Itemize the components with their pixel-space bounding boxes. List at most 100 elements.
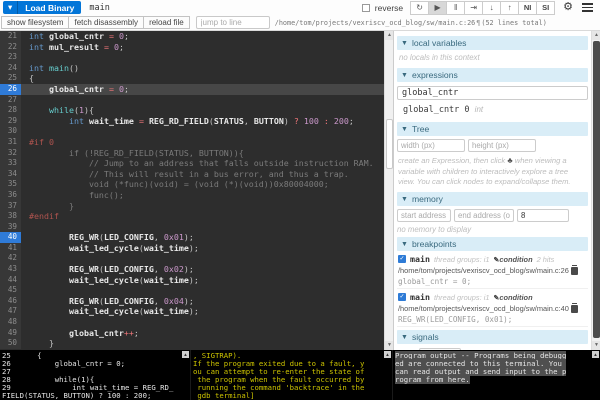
tree-header[interactable]: ▼ Tree (397, 122, 588, 136)
step-button[interactable]: ↓ (482, 1, 501, 15)
line-number[interactable]: 31 (0, 137, 21, 148)
line-number[interactable]: 45 (0, 285, 21, 296)
expression-input[interactable] (397, 86, 588, 100)
breakpoint-condition[interactable]: ✎condition (493, 293, 532, 302)
gear-icon[interactable]: ⚙ (563, 2, 573, 13)
line-number[interactable]: 23 (0, 52, 21, 63)
scroll-up-icon[interactable]: ▲ (384, 351, 391, 358)
breakpoint-path: /home/tom/projects/vexriscv_ocd_blog/sw/… (398, 266, 587, 275)
scroll-up-icon[interactable]: ▲ (385, 31, 393, 40)
breakpoint-code: REG_WR(LED_CONFIG, 0x01); (398, 315, 587, 324)
line-number[interactable]: 33 (0, 158, 21, 169)
tree-width-input[interactable] (397, 139, 465, 152)
line-number[interactable]: 50 (0, 338, 21, 349)
breakpoint-checkbox[interactable]: ✓ (398, 255, 406, 263)
line-number[interactable]: 34 (0, 169, 21, 180)
next-instruction-button[interactable]: NI (518, 1, 537, 15)
line-number[interactable]: 27 (0, 95, 21, 106)
chevron-down-icon: ▼ (401, 126, 408, 133)
delete-breakpoint-icon[interactable] (571, 267, 578, 275)
breakpoint-item[interactable]: ✓mainthread groups: i1✎condition2 hits/h… (397, 251, 588, 289)
scroll-down-icon[interactable]: ▼ (385, 341, 393, 350)
continue-button[interactable]: ▶ (428, 1, 447, 15)
scroll-up-icon[interactable]: ▲ (592, 351, 599, 358)
load-binary-button[interactable]: ▾ Load Binary (3, 1, 81, 14)
line-number[interactable]: 38 (0, 211, 21, 222)
line-number[interactable]: 37 (0, 201, 21, 212)
line-number[interactable]: 35 (0, 179, 21, 190)
delete-breakpoint-icon[interactable] (571, 305, 578, 313)
breakpoint-item[interactable]: ✓mainthread groups: i1✎condition/home/to… (397, 289, 588, 327)
code-text (21, 126, 393, 137)
expression-result[interactable]: global_cntr 0 int (397, 100, 588, 119)
fetch-disassembly-button[interactable]: fetch disassembly (68, 16, 144, 29)
return-button[interactable]: ↑ (500, 1, 519, 15)
reload-file-button[interactable]: reload file (143, 16, 190, 29)
memory-start-address-input[interactable] (397, 209, 451, 222)
line-number[interactable]: 44 (0, 275, 21, 286)
reverse-checkbox[interactable] (362, 4, 370, 12)
menu-icon[interactable] (582, 3, 593, 12)
pause-button[interactable]: ‖ (446, 1, 465, 15)
code-text (21, 317, 393, 328)
scroll-down-icon[interactable]: ▼ (592, 341, 600, 350)
line-number[interactable]: 48 (0, 317, 21, 328)
chevron-down-icon[interactable]: ▾ (3, 1, 18, 14)
breakpoint-condition[interactable]: ✎condition (493, 255, 532, 264)
sidebar-scrollbar[interactable]: ▲ ▼ (591, 31, 600, 350)
code-line: 25{ (0, 73, 393, 84)
memory-bytes-input[interactable] (517, 209, 569, 222)
step-instruction-button[interactable]: SI (536, 1, 555, 15)
code-line: 34 // This will result in a bus error, a… (0, 169, 393, 180)
file-button-group: show filesystemfetch disassemblyreload f… (2, 16, 190, 29)
line-number[interactable]: 21 (0, 31, 21, 42)
line-number[interactable]: 39 (0, 222, 21, 233)
memory-end-address-input[interactable] (454, 209, 514, 222)
restart-button[interactable]: ↻ (410, 1, 429, 15)
tree-height-input[interactable] (468, 139, 536, 152)
scroll-up-icon[interactable]: ▲ (592, 31, 600, 40)
expressions-header[interactable]: ▼ expressions (397, 68, 588, 82)
next-button[interactable]: ⇥ (464, 1, 483, 15)
editor-scrollbar-thumb[interactable] (386, 119, 393, 169)
breakpoint-checkbox[interactable]: ✓ (398, 293, 406, 301)
program-output-terminal[interactable]: Program output -- Programs being debugg … (392, 350, 600, 400)
line-number[interactable]: 29 (0, 116, 21, 127)
line-number[interactable]: 24 (0, 63, 21, 74)
line-number[interactable]: 40 (0, 232, 21, 243)
line-number[interactable]: 22 (0, 42, 21, 53)
show-filesystem-button[interactable]: show filesystem (1, 16, 69, 29)
sidebar-scrollbar-thumb[interactable] (593, 41, 600, 338)
line-number[interactable]: 30 (0, 126, 21, 137)
breakpoint-function: main (410, 254, 430, 264)
terminal-strip: 25 { 26 global_cntr = 0; 27 28 while(1){… (0, 350, 600, 400)
jump-to-line-input[interactable] (196, 16, 270, 29)
line-number[interactable]: 28 (0, 105, 21, 116)
signals-header[interactable]: ▼ signals (397, 330, 588, 344)
line-number[interactable]: 36 (0, 190, 21, 201)
expression-value: 0 (464, 105, 469, 115)
scroll-up-icon[interactable]: ▲ (182, 351, 189, 358)
memory-header[interactable]: ▼ memory (397, 192, 588, 206)
gdb-console-terminal[interactable]: , SIGTRAP). If the program exited due to… (190, 350, 392, 400)
gdb-source-terminal[interactable]: 25 { 26 global_cntr = 0; 27 28 while(1){… (0, 350, 190, 400)
breakpoint-thread-groups: thread groups: i1 (434, 255, 489, 264)
line-number[interactable]: 25 (0, 73, 21, 84)
load-binary-label[interactable]: Load Binary (18, 1, 81, 14)
line-number[interactable]: 41 (0, 243, 21, 254)
line-number[interactable]: 47 (0, 306, 21, 317)
line-number[interactable]: 26 (0, 84, 21, 95)
line-number[interactable]: 43 (0, 264, 21, 275)
code-line: 38#endif (0, 211, 393, 222)
line-number[interactable]: 32 (0, 148, 21, 159)
code-line: 49 global_cntr++; (0, 328, 393, 339)
tree-hint-text: create an Expression, then click ♣ when … (397, 152, 588, 189)
breakpoints-header[interactable]: ▼ breakpoints (397, 237, 588, 251)
line-number[interactable]: 49 (0, 328, 21, 339)
tree-title: Tree (412, 124, 429, 134)
editor-scrollbar[interactable]: ▲ ▼ (384, 31, 393, 350)
local-variables-header[interactable]: ▼ local variables (397, 36, 588, 50)
line-number[interactable]: 42 (0, 253, 21, 264)
local-variables-title: local variables (412, 38, 466, 48)
line-number[interactable]: 46 (0, 296, 21, 307)
